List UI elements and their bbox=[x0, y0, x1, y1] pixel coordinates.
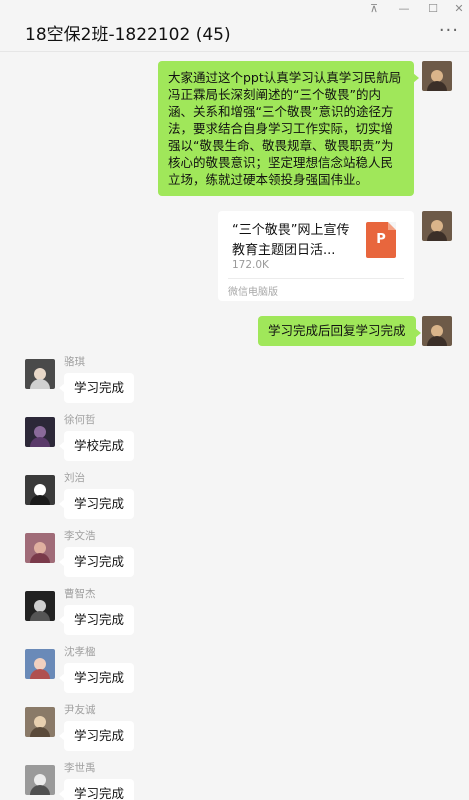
sender-name: 徐何哲 bbox=[64, 414, 96, 426]
received-message[interactable]: 学校完成 bbox=[58, 431, 135, 461]
message-announcement[interactable]: 大家通过这个ppt认真学习认真学习民航局冯正霖局长深刻阐述的“三个敬畏”的内涵、… bbox=[158, 61, 419, 196]
avatar[interactable] bbox=[25, 533, 55, 563]
more-icon[interactable]: ··· bbox=[439, 20, 459, 41]
file-size: 172.0K bbox=[232, 259, 269, 271]
avatar[interactable] bbox=[25, 707, 55, 737]
ppt-icon-letter: P bbox=[376, 232, 386, 247]
avatar[interactable] bbox=[25, 591, 55, 621]
received-message[interactable]: 学习完成 bbox=[58, 605, 135, 635]
sender-name: 李文浩 bbox=[64, 530, 96, 542]
sender-name: 骆琪 bbox=[64, 356, 85, 368]
maximize-icon[interactable]: ☐ bbox=[426, 3, 440, 15]
received-message[interactable]: 学习完成 bbox=[58, 663, 135, 693]
received-message[interactable]: 学习完成 bbox=[58, 489, 135, 519]
sender-name: 尹友诚 bbox=[64, 704, 96, 716]
avatar[interactable] bbox=[25, 649, 55, 679]
sender-name: 沈孝楹 bbox=[64, 646, 96, 658]
received-message[interactable]: 学习完成 bbox=[58, 721, 135, 751]
sender-name: 刘治 bbox=[64, 472, 85, 484]
chat-title: 18空保2班-1822102 (45) bbox=[25, 25, 231, 45]
divider bbox=[228, 278, 404, 279]
sender-name: 曹智杰 bbox=[64, 588, 96, 600]
received-message[interactable]: 学习完成 bbox=[58, 547, 135, 577]
my-avatar[interactable] bbox=[422, 316, 452, 346]
message-instruction[interactable]: 学习完成后回复学习完成 bbox=[258, 316, 421, 346]
my-avatar[interactable] bbox=[422, 61, 452, 91]
my-avatar[interactable] bbox=[422, 211, 452, 241]
pin-icon[interactable]: ⊼ bbox=[367, 3, 381, 15]
avatar[interactable] bbox=[25, 475, 55, 505]
received-message[interactable]: 学习完成 bbox=[58, 779, 135, 800]
sender-name: 李世禹 bbox=[64, 762, 96, 774]
chat-message-list[interactable]: 大家通过这个ppt认真学习认真学习民航局冯正霖局长深刻阐述的“三个敬畏”的内涵、… bbox=[0, 52, 469, 800]
ppt-file-icon: P bbox=[366, 222, 396, 258]
received-message[interactable]: 学习完成 bbox=[58, 373, 135, 403]
file-source: 微信电脑版 bbox=[228, 287, 278, 298]
avatar[interactable] bbox=[25, 765, 55, 795]
close-icon[interactable]: ✕ bbox=[452, 3, 466, 15]
file-message-card[interactable]: “三个敬畏”网上宣传教育主题团日活... 172.0K P 微信电脑版 bbox=[218, 211, 414, 301]
avatar[interactable] bbox=[25, 359, 55, 389]
avatar[interactable] bbox=[25, 417, 55, 447]
minimize-icon[interactable]: — bbox=[397, 3, 411, 15]
title-bar: 18空保2班-1822102 (45) ⊼ — ☐ ✕ ··· bbox=[0, 0, 469, 52]
file-name: “三个敬畏”网上宣传教育主题团日活... bbox=[232, 223, 350, 258]
